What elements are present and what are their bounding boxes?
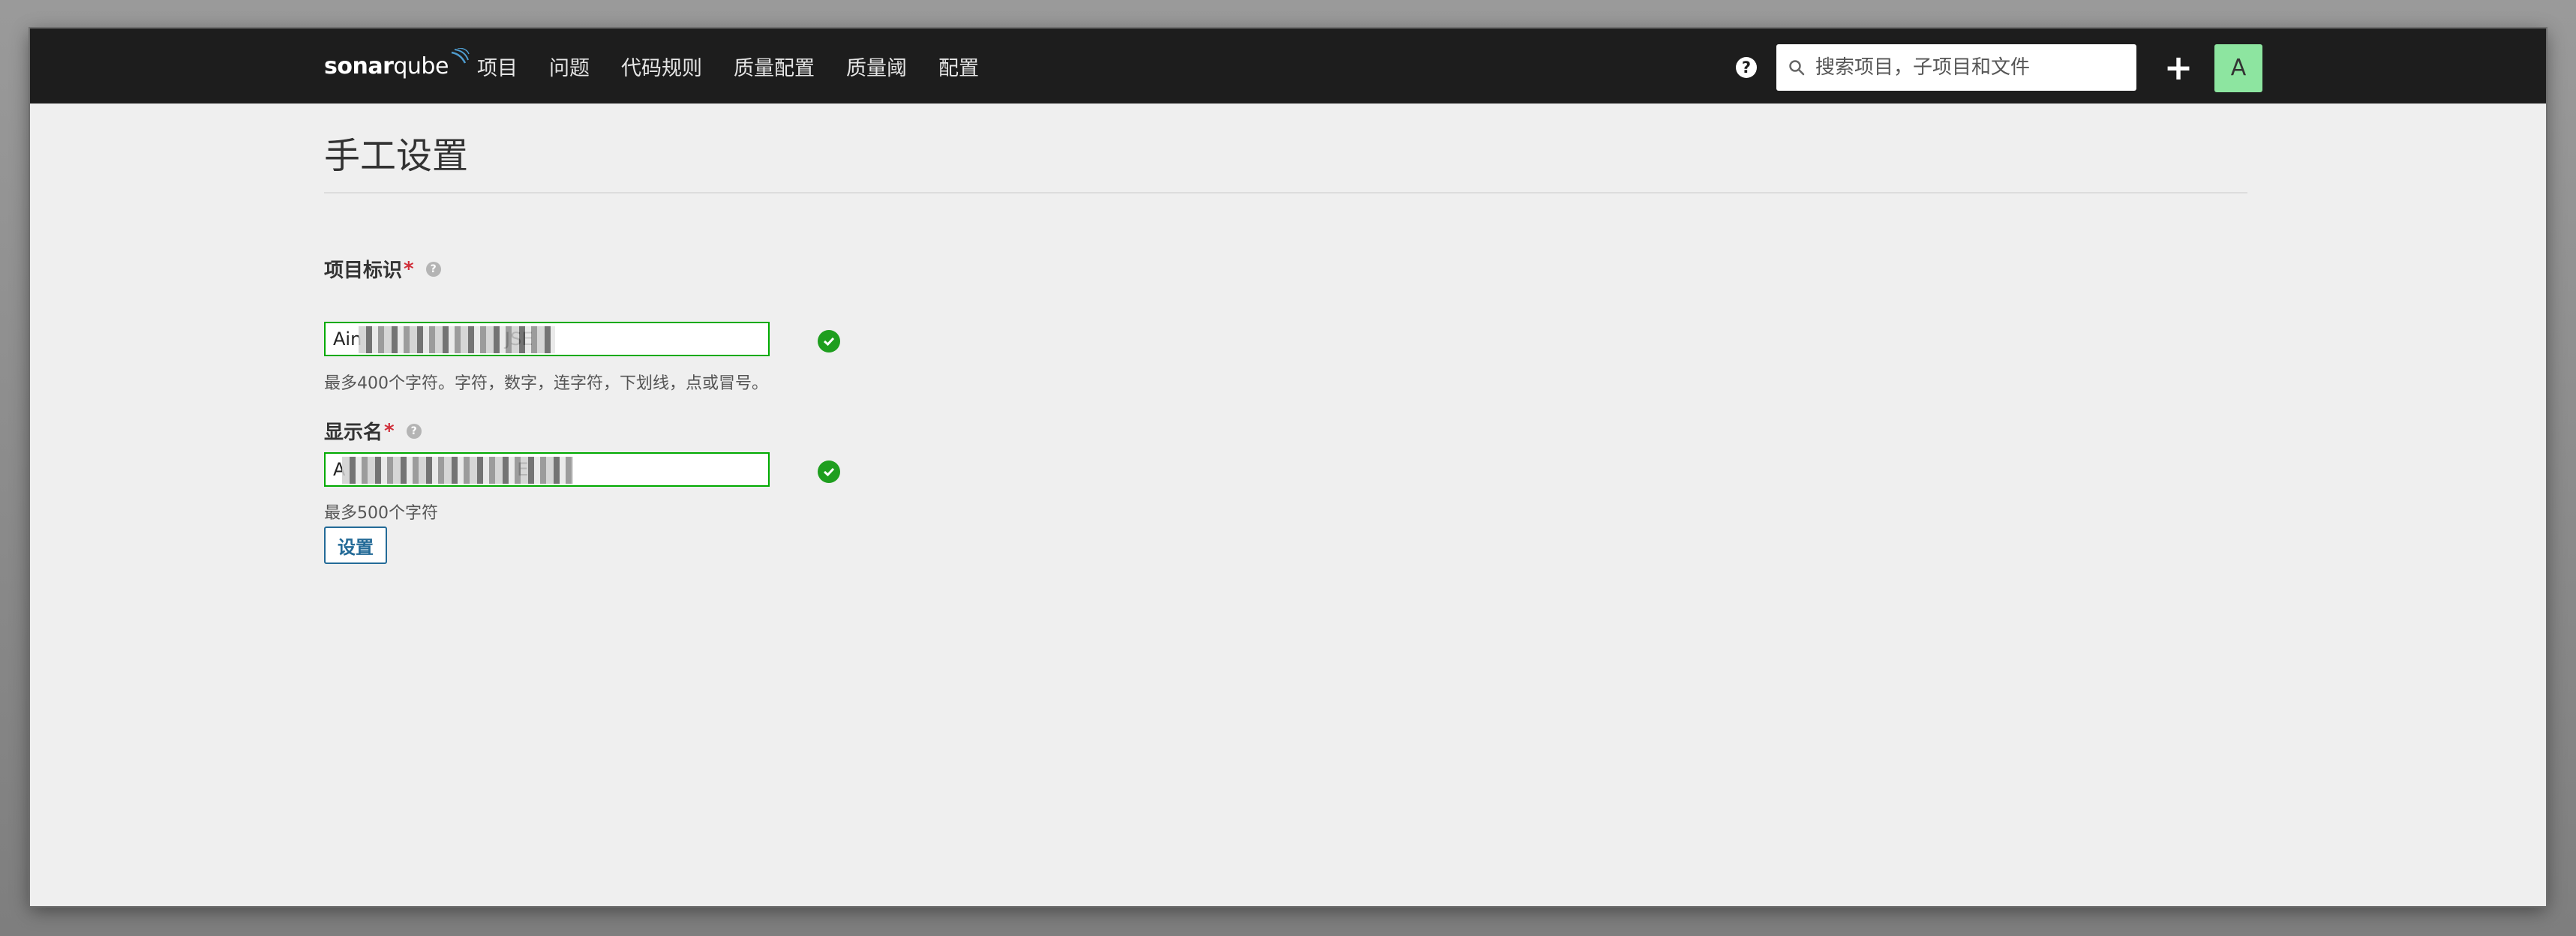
logo-text-sonar: sonar [324, 52, 394, 80]
project-key-label-text: 项目标识 [324, 260, 403, 282]
display-name-valid-check-icon [818, 460, 840, 483]
logo-waves-icon [451, 48, 470, 64]
create-plus-icon[interactable]: + [2157, 46, 2199, 88]
nav-quality-gates[interactable]: 质量阈 [846, 52, 907, 81]
global-search[interactable] [1776, 44, 2136, 91]
nav-administration[interactable]: 配置 [938, 52, 979, 81]
project-key-hint: 最多400个字符。字符，数字，连字符，下划线，点或冒号。 [324, 374, 768, 393]
project-key-valid-check-icon [818, 330, 840, 352]
nav-projects[interactable]: 项目 [477, 52, 518, 81]
browser-window: sonar qube 项目 问题 代码规则 质量配置 质量阈 配置 ? 搜索项目… [30, 28, 2546, 906]
set-up-button[interactable]: 设置 [324, 526, 387, 564]
display-name-label-text: 显示名 [324, 422, 383, 444]
nav-rules[interactable]: 代码规则 [621, 52, 702, 81]
project-key-help-icon[interactable]: ? [425, 261, 441, 277]
top-navigation-bar: sonar qube 项目 问题 代码规则 质量配置 质量阈 配置 ? 搜索项目… [30, 28, 2546, 104]
search-icon [1789, 60, 1805, 76]
project-key-label: 项目标识 * ? [324, 255, 441, 283]
display-name-help-icon[interactable]: ? [406, 423, 422, 439]
display-name-label: 显示名 * ? [324, 417, 422, 445]
help-icon[interactable]: ? [1736, 57, 1757, 78]
required-mark: * [404, 257, 414, 280]
display-name-hint: 最多500个字符 [324, 504, 438, 523]
title-divider [324, 192, 2247, 194]
logo-text-qube: qube [393, 52, 449, 80]
nav-issues[interactable]: 问题 [549, 52, 590, 81]
sonarqube-logo[interactable]: sonar qube [324, 48, 470, 82]
user-avatar[interactable]: A [2214, 44, 2262, 92]
main-nav: 项目 问题 代码规则 质量配置 质量阈 配置 [477, 28, 1010, 104]
screen-frame: sonar qube 项目 问题 代码规则 质量配置 质量阈 配置 ? 搜索项目… [0, 0, 2576, 936]
search-input[interactable] [1814, 56, 2132, 80]
display-name-field[interactable] [324, 452, 770, 487]
required-mark: * [384, 419, 395, 442]
redacted-text [359, 326, 555, 353]
project-key-field[interactable] [324, 322, 770, 356]
redacted-text [342, 457, 573, 484]
nav-quality-profiles[interactable]: 质量配置 [734, 52, 815, 81]
page-title: 手工设置 [324, 135, 469, 177]
